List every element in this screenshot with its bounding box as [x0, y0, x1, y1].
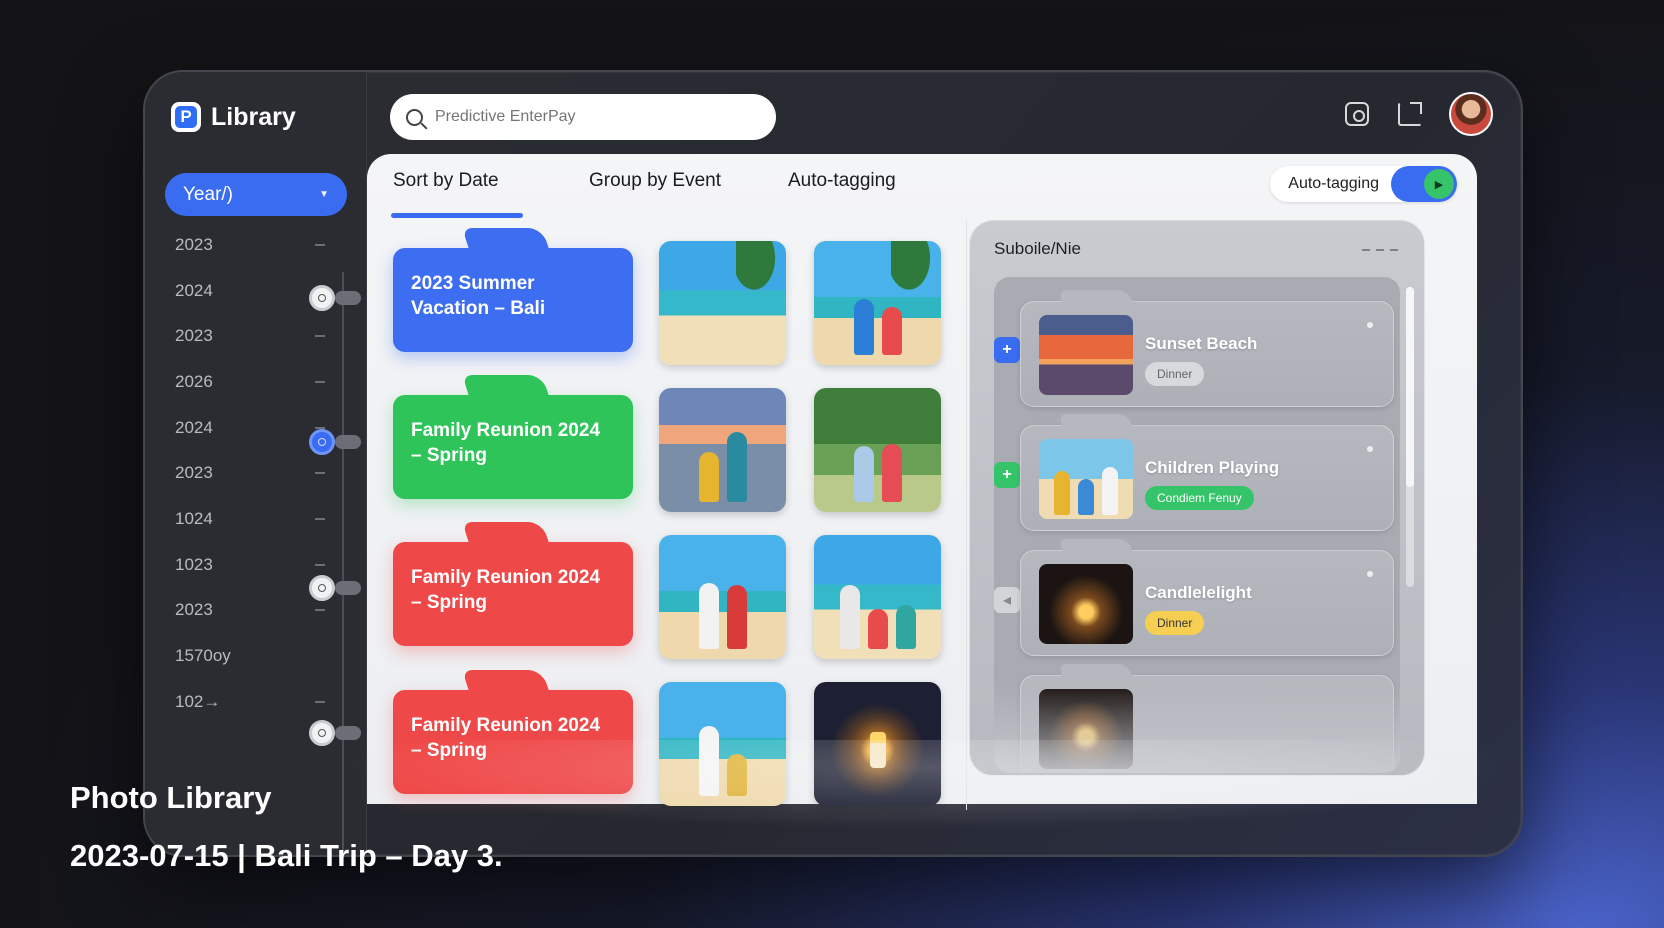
- library-logo-icon: P: [171, 102, 201, 132]
- dash-icon: [315, 700, 325, 703]
- scrollbar[interactable]: [1406, 287, 1414, 587]
- search-bar[interactable]: [390, 94, 776, 140]
- search-input[interactable]: [435, 108, 755, 126]
- card-title: Candlelelight: [1145, 583, 1252, 602]
- card-sunset-beach[interactable]: Sunset Beach Dinner: [1020, 301, 1394, 407]
- year-item[interactable]: 2023: [175, 450, 325, 496]
- tab-group-by-event[interactable]: Group by Event: [589, 170, 721, 192]
- scroll-fade: [994, 683, 1400, 773]
- year-item[interactable]: 2023: [175, 588, 325, 634]
- plus-icon[interactable]: +: [994, 337, 1020, 363]
- album-folder[interactable]: Family Reunion 2024 – Spring: [393, 542, 633, 646]
- year-item[interactable]: 2023: [175, 222, 325, 268]
- year-item[interactable]: 2024: [175, 405, 325, 451]
- year-select-label: Year/): [183, 183, 233, 205]
- arrow-icon[interactable]: ◂: [994, 587, 1020, 613]
- active-tab-indicator: [391, 213, 523, 218]
- dash-icon: [315, 335, 325, 338]
- app-window: P Library Year/) ▼ 2023 2024 2023 2026 2…: [143, 70, 1523, 857]
- menu-dot-icon[interactable]: [1367, 446, 1373, 452]
- main-panel: Sort by Date Group by Event Auto-tagging…: [367, 154, 1477, 810]
- photo-thumbnail[interactable]: [814, 241, 941, 365]
- timeline-node-active[interactable]: [309, 429, 335, 455]
- auto-tagging-label: Auto-tagging: [1288, 175, 1379, 192]
- year-item[interactable]: 2026: [175, 359, 325, 405]
- card-title: Sunset Beach: [1145, 334, 1258, 353]
- search-icon: [406, 108, 423, 126]
- dash-icon: [315, 609, 325, 612]
- suggestions-panel: Suboile/Nie + Sunset Beach Dinner + Chil…: [969, 220, 1425, 776]
- photo-thumbnail[interactable]: [659, 535, 786, 659]
- dash-icon: [315, 517, 325, 520]
- year-item[interactable]: 2024: [175, 268, 325, 314]
- card-title: Children Playing: [1145, 458, 1280, 477]
- year-select[interactable]: Year/) ▼: [165, 173, 347, 216]
- plus-icon[interactable]: +: [994, 462, 1020, 488]
- card-candlelight[interactable]: Candlelelight Dinner: [1020, 550, 1394, 656]
- timeline-node[interactable]: [309, 285, 335, 311]
- photo-thumbnail[interactable]: [814, 682, 941, 806]
- photo-thumbnail[interactable]: [814, 535, 941, 659]
- timeline-handle[interactable]: [335, 435, 361, 449]
- timeline-handle[interactable]: [335, 581, 361, 595]
- camera-icon[interactable]: [1345, 102, 1369, 126]
- brand-name: Library: [211, 102, 296, 131]
- tab-bar: Sort by Date Group by Event Auto-tagging…: [367, 154, 1477, 218]
- dash-icon: [315, 243, 325, 246]
- card-thumbnail: [1039, 315, 1133, 395]
- menu-dot-icon[interactable]: [1367, 571, 1373, 577]
- photo-thumbnail[interactable]: [659, 388, 786, 512]
- tag-badge[interactable]: Dinner: [1145, 362, 1205, 386]
- tag-badge[interactable]: Dinner: [1145, 611, 1205, 635]
- dash-icon: [315, 472, 325, 475]
- photo-thumbnail[interactable]: [659, 241, 786, 365]
- auto-tagging-control: Auto-tagging ▶: [1270, 166, 1457, 202]
- timeline-handle[interactable]: [335, 726, 361, 740]
- card-list: + Sunset Beach Dinner + Children Playing…: [994, 277, 1400, 773]
- panel-title: Suboile/Nie: [994, 239, 1081, 258]
- timeline-node[interactable]: [309, 720, 335, 746]
- photo-thumbnail[interactable]: [814, 388, 941, 512]
- year-item[interactable]: 102→: [175, 679, 325, 725]
- candle-icon: [869, 731, 886, 768]
- card-thumbnail: [1039, 564, 1133, 644]
- timeline-line: [342, 272, 344, 852]
- caption-subtitle: 2023-07-15 | Bali Trip – Day 3.: [70, 838, 503, 873]
- album-folder[interactable]: Family Reunion 2024 – Spring: [393, 395, 633, 499]
- album-folder[interactable]: Family Reunion 2024 – Spring: [393, 690, 633, 794]
- timeline-node[interactable]: [309, 575, 335, 601]
- brand: P Library: [171, 102, 296, 132]
- chevron-down-icon: ▼: [319, 189, 329, 200]
- tab-sort-by-date[interactable]: Sort by Date: [393, 170, 499, 192]
- year-item[interactable]: 2023: [175, 313, 325, 359]
- tab-auto-tagging[interactable]: Auto-tagging: [788, 170, 896, 192]
- tag-badge[interactable]: Condiem Fenuy: [1145, 486, 1254, 510]
- caption-title: Photo Library: [70, 780, 272, 815]
- year-item[interactable]: 1023: [175, 542, 325, 588]
- share-icon[interactable]: [1398, 102, 1422, 126]
- year-item[interactable]: 1024: [175, 496, 325, 542]
- album-grid: 2023 Summer Vacation – Bali Family Reuni…: [367, 220, 967, 810]
- card-children-playing[interactable]: Children Playing Condiem Fenuy: [1020, 425, 1394, 531]
- more-options-icon[interactable]: [1362, 249, 1398, 251]
- auto-tagging-toggle[interactable]: ▶: [1391, 166, 1457, 202]
- avatar[interactable]: [1449, 92, 1493, 136]
- dash-icon: [315, 563, 325, 566]
- menu-dot-icon[interactable]: [1367, 322, 1373, 328]
- card-thumbnail: [1039, 439, 1133, 519]
- album-folder[interactable]: 2023 Summer Vacation – Bali: [393, 248, 633, 352]
- timeline-handle[interactable]: [335, 291, 361, 305]
- dash-icon: [315, 380, 325, 383]
- photo-thumbnail[interactable]: [659, 682, 786, 806]
- play-icon: ▶: [1424, 169, 1454, 199]
- year-item[interactable]: 1570oy: [175, 633, 325, 679]
- year-list: 2023 2024 2023 2026 2024 2023 1024 1023 …: [175, 222, 325, 725]
